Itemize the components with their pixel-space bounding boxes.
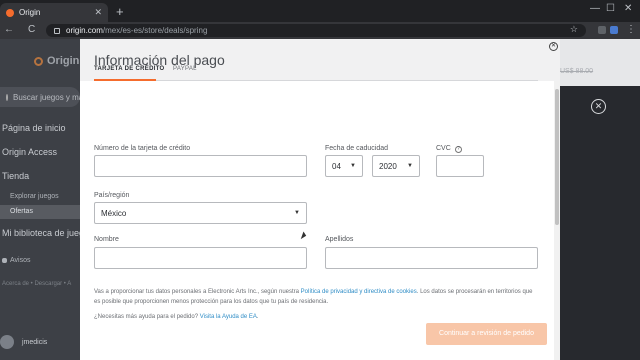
expiry-month-select[interactable]: 04 ▼ xyxy=(325,155,363,177)
modal-scrollbar[interactable] xyxy=(554,81,560,360)
extension-icon[interactable] xyxy=(598,26,606,34)
privacy-text-pre: Vas a proporcionar tus datos personales … xyxy=(94,289,301,295)
tab-close-icon[interactable]: ✕ xyxy=(94,7,102,18)
avatar xyxy=(0,335,14,349)
cvc-label: CVC ? xyxy=(436,145,462,153)
tab-credit-card[interactable]: TARJETA DE CRÉDITO xyxy=(94,66,165,72)
help-icon[interactable]: ? xyxy=(454,146,462,153)
origin-favicon-icon xyxy=(6,8,14,17)
last-name-input[interactable] xyxy=(325,247,538,269)
sidebar-footer-links[interactable]: Acerca de • Descargar • A xyxy=(2,281,71,287)
search-icon xyxy=(6,93,8,101)
reload-icon[interactable]: C xyxy=(28,24,35,35)
username: jmedicis xyxy=(22,338,48,346)
extension-icon[interactable] xyxy=(610,26,618,34)
origin-logo[interactable]: Origin xyxy=(34,55,79,67)
tab-paypal[interactable]: PAYPAL xyxy=(173,66,197,72)
help-line: ¿Necesitas más ayuda para el pedido? Vis… xyxy=(94,314,259,320)
browser-tab[interactable]: Origin ✕ xyxy=(0,3,108,22)
search-placeholder: Buscar juegos y más xyxy=(13,92,88,102)
expiry-year-select[interactable]: 2020 ▼ xyxy=(372,155,420,177)
card-number-label: Número de la tarjeta de crédito xyxy=(94,145,191,152)
first-name-input[interactable] xyxy=(94,247,307,269)
sidebar-item-browse-games[interactable]: Explorar juegos xyxy=(10,193,59,200)
tabs-divider xyxy=(94,80,538,81)
expiry-month-value: 04 xyxy=(332,161,341,171)
new-tab-button[interactable]: + xyxy=(116,4,124,19)
logo-text: Origin xyxy=(47,55,80,67)
back-icon[interactable]: ← xyxy=(4,24,14,35)
country-value: México xyxy=(101,208,127,218)
sidebar-item-origin-access[interactable]: Origin Access xyxy=(2,147,57,157)
minimize-icon[interactable]: — xyxy=(590,3,600,14)
help-text: ¿Necesitas más ayuda para el pedido? xyxy=(94,314,200,320)
origin-sidebar: Origin Buscar juegos y más Página de ini… xyxy=(0,39,94,360)
url-path: /mex/es-es/store/deals/spring xyxy=(102,26,208,35)
cvc-label-text: CVC xyxy=(436,145,451,152)
background-content xyxy=(560,39,640,86)
modal-close-icon[interactable]: ✕ xyxy=(549,42,558,51)
bookmark-star-icon[interactable]: ☆ xyxy=(570,24,578,35)
browser-tabstrip: Origin ✕ + — ☐ ✕ xyxy=(0,0,640,22)
payment-modal: ✕ Información del pago xyxy=(80,39,560,360)
address-bar[interactable]: origin.com /mex/es-es/store/deals/spring… xyxy=(46,24,586,37)
bell-icon xyxy=(2,258,7,263)
chevron-down-icon: ▼ xyxy=(294,210,300,216)
sidebar-search[interactable]: Buscar juegos y más xyxy=(0,87,87,107)
expiry-label: Fecha de caducidad xyxy=(325,145,389,152)
window-close-icon[interactable]: ✕ xyxy=(624,3,632,14)
card-number-input[interactable] xyxy=(94,155,307,177)
active-tab-indicator xyxy=(94,79,156,81)
cvc-input[interactable] xyxy=(436,155,484,177)
first-name-label: Nombre xyxy=(94,236,119,243)
sidebar-item-store[interactable]: Tienda xyxy=(2,171,29,181)
background-overlay xyxy=(560,86,640,360)
menu-icon[interactable]: ⋮ xyxy=(626,24,636,35)
sidebar-item-deals[interactable]: Ofertas xyxy=(0,205,80,219)
sidebar-item-notifications[interactable]: Avisos xyxy=(2,257,31,264)
country-label: País/región xyxy=(94,192,130,199)
scrollbar-thumb[interactable] xyxy=(555,89,559,225)
maximize-icon[interactable]: ☐ xyxy=(606,3,615,14)
privacy-policy-link[interactable]: Política de privacidad y directiva de co… xyxy=(301,289,417,295)
sidebar-item-home[interactable]: Página de inicio xyxy=(2,123,66,133)
browser-toolbar: ← C origin.com /mex/es-es/store/deals/sp… xyxy=(0,22,640,39)
tab-title: Origin xyxy=(19,8,41,17)
continue-to-review-button[interactable]: Continuar a revisión de pedido xyxy=(426,323,547,345)
notifications-label: Avisos xyxy=(10,257,31,264)
privacy-notice: Vas a proporcionar tus datos personales … xyxy=(94,287,540,307)
lock-icon xyxy=(54,27,60,34)
origin-logo-icon xyxy=(34,56,43,66)
expiry-year-value: 2020 xyxy=(379,161,397,171)
background-price: US$ 88.00 xyxy=(560,68,594,75)
last-name-label: Apellidos xyxy=(325,236,354,243)
chevron-down-icon: ▼ xyxy=(350,163,356,169)
url-host: origin.com xyxy=(66,26,103,35)
chevron-down-icon: ▼ xyxy=(407,163,413,169)
help-text-end: . xyxy=(256,314,259,320)
overlay-close-icon[interactable]: ✕ xyxy=(591,99,606,114)
user-profile[interactable]: jmedicis xyxy=(0,335,47,349)
ea-help-link[interactable]: Visita la Ayuda de EA xyxy=(200,314,257,320)
country-select[interactable]: México ▼ xyxy=(94,202,307,224)
